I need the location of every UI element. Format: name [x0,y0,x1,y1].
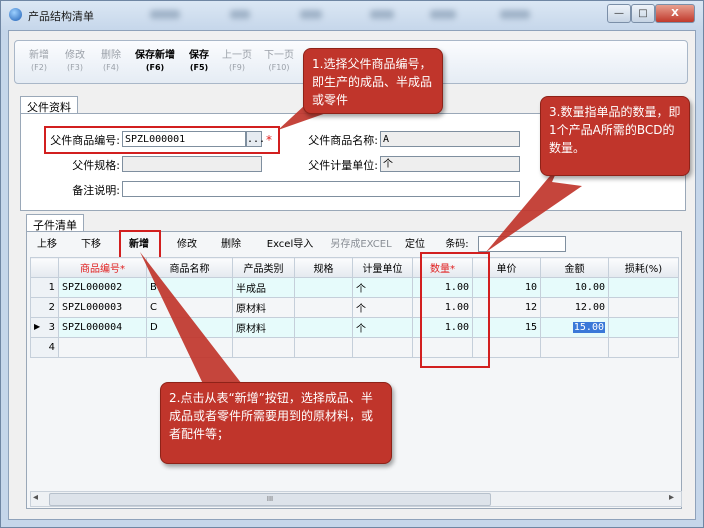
callout-1: 1.选择父件商品编号，即生产的成品、半成品或零件 [303,48,443,114]
scroll-thumb-grip: III [266,495,274,503]
scroll-left-icon[interactable]: ◂ [33,492,38,503]
horizontal-scrollbar[interactable]: ◂ III ▸ [30,491,682,507]
callout-3: 3.数量指单品的数量，即1个产品A所需的BCD的数量。 [540,96,690,176]
callout-3-arrow [486,164,582,252]
callout-2: 2.点击从表“新增”按钮，选择成品、半成品或者零件所需要用到的原材料，或者配件等… [160,382,392,464]
scroll-thumb[interactable]: III [49,493,491,506]
scroll-right-icon[interactable]: ▸ [669,492,674,503]
